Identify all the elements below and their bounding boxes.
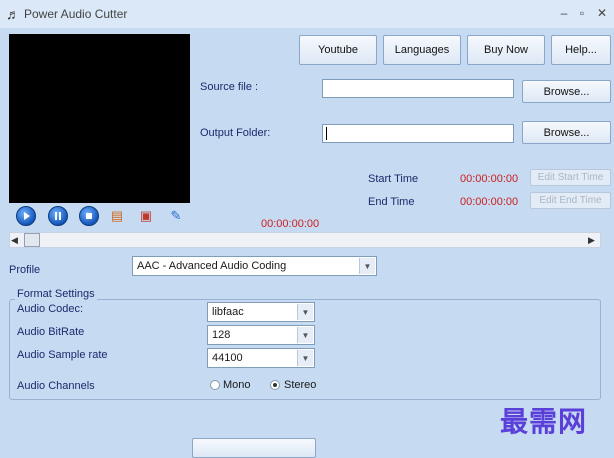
youtube-button[interactable]: Youtube (299, 35, 377, 65)
watermark-text: 最需网 (500, 405, 588, 438)
format-settings-legend: Format Settings (15, 288, 97, 300)
output-folder-label: Output Folder: (200, 127, 271, 139)
output-folder-input[interactable] (322, 124, 514, 143)
video-preview (9, 34, 190, 203)
chevron-down-icon: ▼ (297, 350, 313, 366)
mark-start-icon[interactable]: ▤ (109, 208, 125, 224)
stereo-radio[interactable] (270, 380, 280, 390)
stop-icon (86, 213, 92, 219)
play-button[interactable] (16, 206, 36, 226)
source-browse-button[interactable]: Browse... (522, 80, 611, 103)
stop-button[interactable] (79, 206, 99, 226)
stereo-label[interactable]: Stereo (284, 379, 316, 391)
start-time-value: 00:00:00:00 (460, 173, 519, 185)
source-file-label: Source file : (200, 81, 259, 93)
buy-now-button[interactable]: Buy Now (467, 35, 545, 65)
close-icon[interactable]: ✕ (594, 5, 610, 21)
music-note-icon: ♬ (6, 6, 20, 22)
audio-channels-label: Audio Channels (17, 380, 95, 392)
audio-sample-rate-select[interactable]: 44100 ▼ (207, 348, 315, 368)
maximize-icon[interactable]: ▫ (574, 5, 590, 21)
audio-sample-rate-value: 44100 (212, 352, 243, 364)
chevron-down-icon: ▼ (359, 258, 375, 274)
audio-sample-rate-label: Audio Sample rate (17, 349, 108, 361)
audio-bitrate-value: 128 (212, 329, 231, 341)
current-position-time: 00:00:00:00 (261, 218, 320, 230)
seek-thumb[interactable] (24, 233, 40, 247)
audio-codec-label: Audio Codec: (17, 303, 84, 315)
mono-radio[interactable] (210, 380, 220, 390)
chevron-down-icon: ▼ (297, 304, 313, 320)
profile-label: Profile (9, 264, 41, 276)
pause-button[interactable] (48, 206, 68, 226)
chevron-down-icon: ▼ (297, 327, 313, 343)
audio-bitrate-select[interactable]: 128 ▼ (207, 325, 315, 345)
seek-scrollbar[interactable] (9, 232, 601, 248)
scroll-left-icon[interactable]: ◀ (11, 234, 23, 246)
minimize-icon[interactable]: – (556, 5, 572, 21)
profile-select[interactable]: AAC - Advanced Audio Coding ▼ (132, 256, 377, 276)
window-title: Power Audio Cutter (24, 7, 128, 21)
start-time-label: Start Time (368, 173, 419, 185)
output-browse-button[interactable]: Browse... (522, 121, 611, 144)
audio-codec-value: libfaac (212, 306, 244, 318)
edit-start-time-button[interactable]: Edit Start Time (530, 169, 611, 186)
edit-end-time-button[interactable]: Edit End Time (530, 192, 611, 209)
text-cursor (326, 127, 327, 140)
clear-icon[interactable]: ✎ (168, 208, 184, 224)
languages-button[interactable]: Languages (383, 35, 461, 65)
scroll-right-icon[interactable]: ▶ (588, 234, 600, 246)
pause-icon (55, 212, 61, 220)
profile-value: AAC - Advanced Audio Coding (137, 260, 287, 272)
cut-button[interactable] (192, 438, 316, 458)
play-icon (24, 212, 30, 220)
mono-label[interactable]: Mono (223, 379, 251, 391)
help-button[interactable]: Help... (551, 35, 611, 65)
end-time-label: End Time (368, 196, 415, 208)
mark-end-icon[interactable]: ▣ (138, 208, 154, 224)
source-file-input[interactable] (322, 79, 514, 98)
audio-codec-select[interactable]: libfaac ▼ (207, 302, 315, 322)
end-time-value: 00:00:00:00 (460, 196, 519, 208)
audio-bitrate-label: Audio BitRate (17, 326, 85, 338)
